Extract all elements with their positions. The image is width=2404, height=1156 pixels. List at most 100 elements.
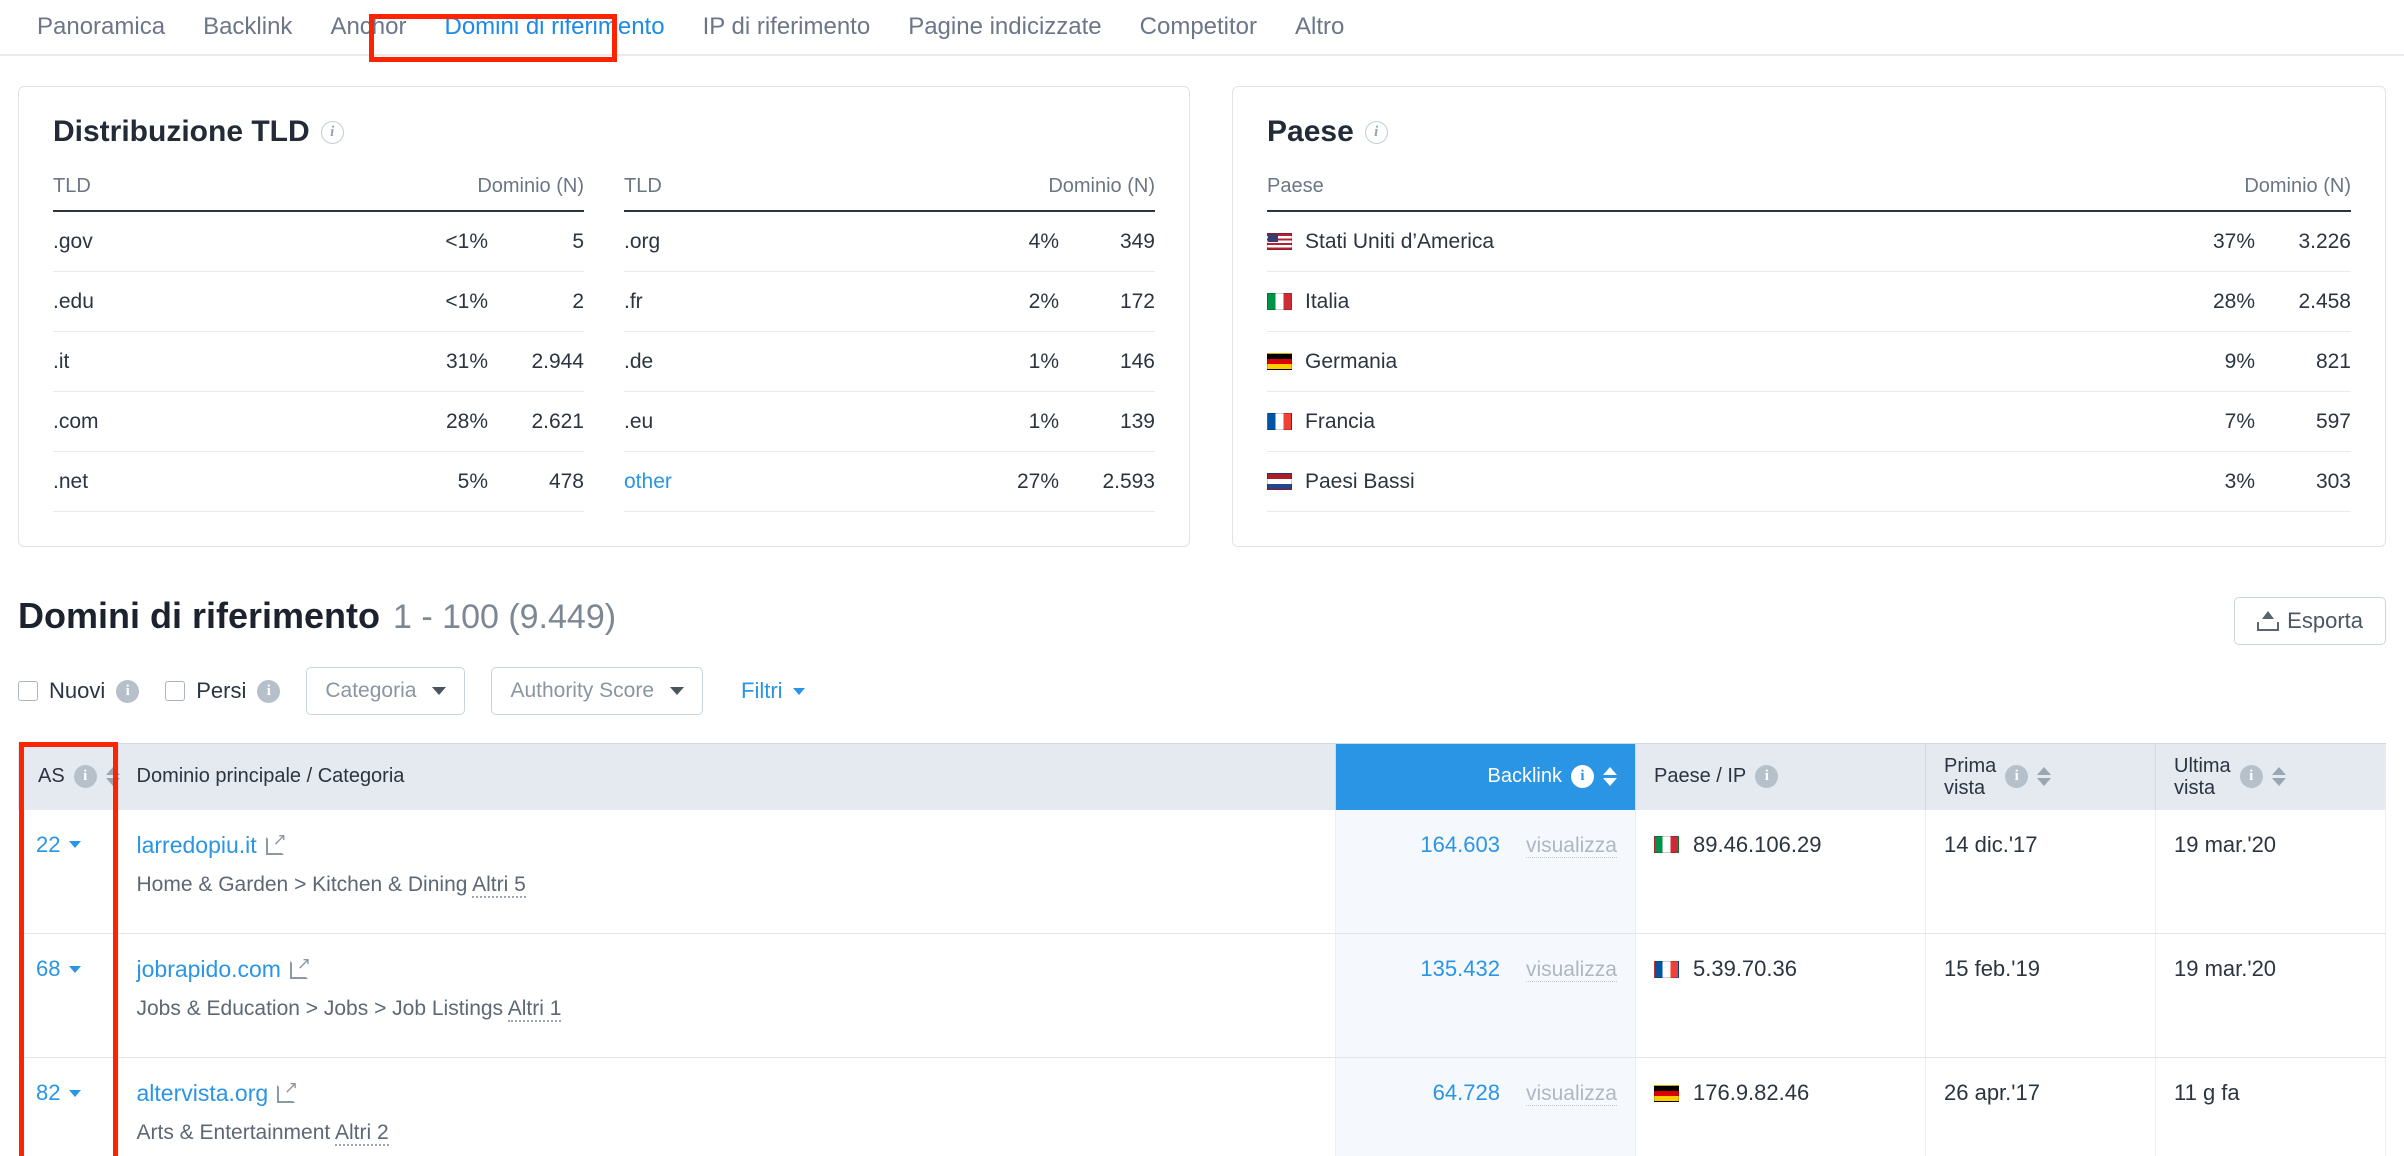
- as-score-toggle[interactable]: 68: [36, 956, 82, 982]
- view-link[interactable]: visualizza: [1525, 958, 1617, 982]
- tld-count[interactable]: 146: [1059, 331, 1155, 392]
- export-button[interactable]: Esporta: [2234, 597, 2386, 645]
- country-count[interactable]: 3.226: [2255, 211, 2351, 272]
- tld-count[interactable]: 172: [1059, 271, 1155, 332]
- checkbox-persi-label: Persi: [196, 678, 247, 703]
- country-ip-cell: 176.9.82.46: [1635, 1057, 1926, 1156]
- category-text: Arts & Entertainment: [136, 1121, 331, 1144]
- checkbox-box[interactable]: [165, 681, 186, 701]
- tld-header-tld-2: TLD: [624, 175, 856, 212]
- more-categories-link[interactable]: Altri 2: [334, 1121, 389, 1146]
- sort-arrows-icon[interactable]: [2271, 767, 2286, 787]
- tld-name[interactable]: other: [624, 451, 856, 512]
- info-icon[interactable]: i: [73, 765, 97, 789]
- backlink-count[interactable]: 164.603: [1420, 832, 1500, 857]
- country-flag-icon: [1267, 293, 1292, 310]
- domain-link[interactable]: jobrapido.com: [137, 956, 281, 982]
- checkbox-persi[interactable]: Persi i: [165, 678, 281, 704]
- info-icon[interactable]: i: [257, 679, 281, 703]
- table-row: .gov <1% 5: [53, 211, 584, 272]
- country-count[interactable]: 2.458: [2255, 271, 2351, 332]
- domain-link[interactable]: larredopiu.it: [137, 832, 257, 858]
- tld-count[interactable]: 478: [488, 451, 584, 512]
- category-path: Jobs & Education > Jobs > Job Listings A…: [136, 997, 1318, 1022]
- backlink-count[interactable]: 64.728: [1433, 1080, 1500, 1105]
- tab-competitor[interactable]: Competitor: [1121, 0, 1276, 55]
- filter-toolbar: Nuovi i Persi i Categoria Authority Scor…: [18, 667, 2386, 715]
- first-seen-cell: 26 apr.'17: [1925, 1057, 2156, 1156]
- ip-address: 5.39.70.36: [1693, 956, 1797, 981]
- tab-backlink[interactable]: Backlink: [184, 0, 311, 55]
- column-header-last-seen[interactable]: Ultima vista i: [2155, 743, 2386, 810]
- table-row: .eu 1% 139: [624, 391, 1155, 452]
- tab-ip-di-riferimento[interactable]: IP di riferimento: [684, 0, 890, 55]
- tld-count[interactable]: 2.593: [1059, 451, 1155, 512]
- country-percent: 9%: [2100, 331, 2255, 392]
- country-count[interactable]: 821: [2255, 331, 2351, 392]
- sort-arrows-icon[interactable]: [105, 767, 120, 787]
- tld-count[interactable]: 139: [1059, 391, 1155, 452]
- tld-count[interactable]: 2: [488, 271, 584, 332]
- checkbox-box[interactable]: [18, 681, 38, 701]
- chevron-down-icon: [792, 687, 805, 695]
- tld-column-left: TLD Dominio (N) .gov <1% 5 .edu <1% 2 .it 31% 2.…: [53, 175, 584, 512]
- column-header-as[interactable]: AS i: [18, 743, 120, 810]
- info-icon[interactable]: i: [1364, 120, 1388, 144]
- checkbox-nuovi[interactable]: Nuovi i: [18, 678, 140, 704]
- as-cell: 22: [18, 809, 119, 934]
- column-header-country-ip: Paese / IP i: [1635, 743, 1926, 810]
- tld-name: .eu: [624, 391, 856, 452]
- external-link-icon[interactable]: [289, 955, 311, 979]
- domain-cell: jobrapido.com Jobs & Education > Jobs > J…: [118, 933, 1336, 1058]
- external-link-icon[interactable]: [265, 831, 287, 855]
- tab-anchor[interactable]: Anchor: [311, 0, 425, 55]
- country-flag-icon: [1267, 473, 1292, 490]
- tab-altro[interactable]: Altro: [1276, 0, 1363, 55]
- external-link-icon[interactable]: [277, 1079, 298, 1103]
- tld-count[interactable]: 2.944: [488, 331, 584, 392]
- info-icon[interactable]: i: [2005, 765, 2029, 789]
- tld-name: .de: [624, 331, 856, 392]
- tld-count[interactable]: 349: [1059, 211, 1155, 272]
- column-header-last-seen-line2: vista: [2174, 776, 2216, 799]
- country-ip-cell: 89.46.106.29: [1635, 809, 1926, 934]
- sort-arrows-icon[interactable]: [2037, 767, 2052, 787]
- filtri-toggle[interactable]: Filtri: [741, 678, 805, 704]
- country-count[interactable]: 597: [2255, 391, 2351, 452]
- info-icon[interactable]: i: [320, 120, 344, 144]
- backlink-count[interactable]: 135.432: [1420, 956, 1500, 981]
- info-icon[interactable]: i: [116, 679, 140, 703]
- tld-percent: 31%: [277, 331, 488, 392]
- table-row: .com 28% 2.621: [53, 391, 584, 452]
- as-cell: 82: [18, 1057, 119, 1156]
- backlink-cell: 64.728 visualizza: [1335, 1057, 1636, 1156]
- view-link[interactable]: visualizza: [1525, 833, 1617, 858]
- sort-arrows-icon[interactable]: [1603, 767, 1617, 787]
- column-header-last-seen-line1: Ultima: [2174, 754, 2231, 777]
- authority-score-dropdown[interactable]: Authority Score: [491, 667, 704, 715]
- column-header-backlink[interactable]: Backlink i: [1335, 743, 1636, 810]
- as-score-toggle[interactable]: 82: [36, 1080, 82, 1106]
- info-icon[interactable]: i: [1571, 765, 1594, 789]
- view-link[interactable]: visualizza: [1525, 1082, 1617, 1106]
- tld-name: .it: [53, 331, 278, 392]
- column-header-first-seen[interactable]: Prima vista i: [1925, 743, 2156, 810]
- first-seen-cell: 15 feb.'19: [1925, 933, 2156, 1058]
- tab-domini-di-riferimento[interactable]: Domini di riferimento: [425, 0, 683, 55]
- categoria-dropdown[interactable]: Categoria: [306, 667, 466, 715]
- table-row: .org 4% 349: [624, 211, 1155, 272]
- as-score-toggle[interactable]: 22: [36, 832, 82, 858]
- tab-pagine-indicizzate[interactable]: Pagine indicizzate: [889, 0, 1120, 55]
- more-categories-link[interactable]: Altri 1: [507, 997, 562, 1022]
- category-text: Jobs & Education > Jobs > Job Listings: [136, 997, 504, 1020]
- tld-count[interactable]: 5: [488, 211, 584, 272]
- tab-panoramica[interactable]: Panoramica: [18, 0, 184, 55]
- info-icon[interactable]: i: [1755, 765, 1779, 789]
- more-categories-link[interactable]: Altri 5: [472, 872, 526, 898]
- tld-column-right: TLD Dominio (N) .org 4% 349 .fr 2% 172 .de 1% 14…: [624, 175, 1155, 512]
- country-count[interactable]: 303: [2255, 451, 2351, 512]
- tld-name: .org: [624, 211, 856, 272]
- domain-link[interactable]: altervista.org: [137, 1080, 269, 1106]
- tld-count[interactable]: 2.621: [488, 391, 584, 452]
- info-icon[interactable]: i: [2239, 765, 2263, 789]
